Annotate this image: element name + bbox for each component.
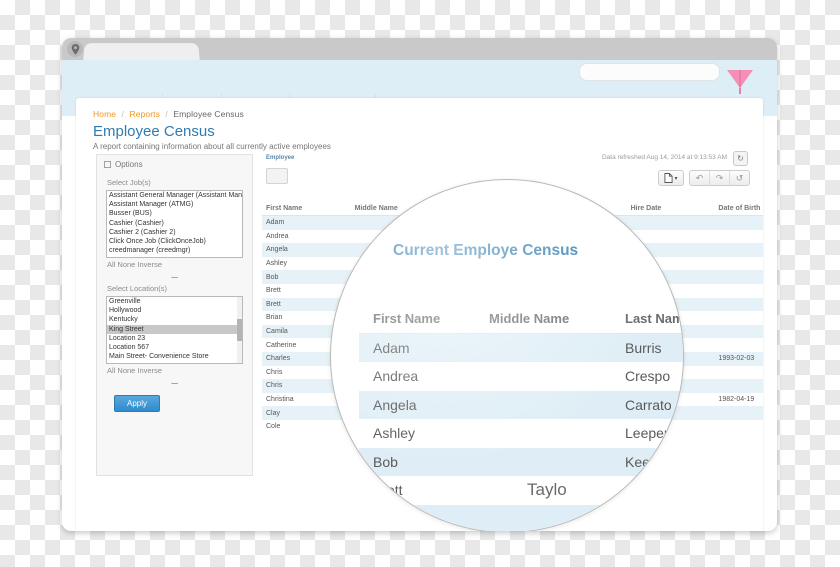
magnified-table-row[interactable]: Bob Keeney <box>359 447 683 476</box>
magnified-table-row[interactable]: Brian Philips <box>359 504 683 531</box>
magnifier-lens: Current Employe Census First Name Middle … <box>330 179 684 531</box>
page-panel: Home / Reports / Employee Census Employe… <box>76 98 763 531</box>
magnified-partial-lastname: Taylo <box>527 480 567 499</box>
magnifier-content: Current Employe Census First Name Middle … <box>331 180 683 531</box>
options-panel: Options Select Job(s) Assistant General … <box>96 154 253 476</box>
magnified-cell-first: Brian <box>373 510 406 527</box>
forward-arrow-icon[interactable]: ↷ <box>709 171 729 185</box>
table-cell-dob <box>714 284 763 298</box>
table-cell-dob <box>714 243 763 257</box>
table-cell-dob: 1993-02-03 <box>718 355 755 363</box>
magnified-cell-first: Brett <box>373 482 403 499</box>
table-cell-dob <box>714 379 763 393</box>
table-cell-dob <box>714 311 763 325</box>
job-option[interactable]: creedmanager (creedmgr) <box>107 246 242 255</box>
magnified-cell-last: Burris <box>625 339 662 356</box>
options-header-label: Options <box>115 160 143 169</box>
job-option[interactable]: Assistant Manager (ATMG) <box>107 200 242 209</box>
magnified-cell-last: Link <box>625 482 651 499</box>
job-option[interactable]: Cashier 2 (Cashier 2) <box>107 228 242 237</box>
magnified-cell-last: Leeper <box>625 425 669 442</box>
job-option[interactable]: Busser (BUS) <box>107 209 242 218</box>
locations-scrollbar[interactable] <box>237 297 242 363</box>
magnified-column-header: First Name <box>373 310 441 326</box>
options-header[interactable]: Options <box>97 155 252 174</box>
select-locations-label: Select Location(s) <box>107 284 168 293</box>
location-option[interactable]: Hollywood <box>107 306 242 315</box>
column-header[interactable]: Date of Birth <box>714 202 763 216</box>
page-title: Employee Census <box>93 123 215 140</box>
app-header <box>62 60 777 103</box>
magnified-header-row: First Name Middle Name Last Name <box>359 304 684 334</box>
magnified-column-header: Last Name <box>625 310 684 326</box>
magnified-cell-first: Bob <box>373 453 398 470</box>
browser-tab[interactable] <box>83 43 200 61</box>
table-cell-dob <box>714 230 763 244</box>
table-cell-dob <box>714 325 763 339</box>
jobs-listbox[interactable]: Assistant General Manager (Assistant Man… <box>106 190 243 258</box>
magnified-cell-first: Angela <box>373 396 417 413</box>
magnified-cell-last: Crespo <box>625 368 671 385</box>
search-input[interactable] <box>579 63 720 81</box>
magnified-table: First Name Middle Name Last Name Adam Burris… <box>359 304 684 531</box>
collapse-icon <box>104 161 111 168</box>
table-cell-dob: 1982-04-19 <box>718 396 755 404</box>
magnified-table-row[interactable]: Ashley Leeper <box>359 419 683 448</box>
locations-divider: ⚊ <box>170 376 179 386</box>
magnified-cell-first: Andrea <box>373 368 419 385</box>
breadcrumb-separator-2: / <box>165 109 168 119</box>
magnified-column-header: Middle Name <box>489 310 570 326</box>
location-option[interactable]: Kentucky <box>107 315 242 324</box>
employee-filter-button[interactable] <box>266 168 288 184</box>
job-option[interactable]: Assistant General Manager (Assistant Man… <box>107 191 242 200</box>
select-jobs-label: Select Job(s) <box>107 178 151 187</box>
job-option[interactable]: Click Once Job (ClickOnceJob) <box>107 237 242 246</box>
apply-button[interactable]: Apply <box>114 395 160 412</box>
breadcrumb-separator-1: / <box>121 109 125 119</box>
magnified-cell-last: Philips <box>625 510 667 527</box>
table-cell-dob <box>714 366 763 380</box>
page-subtitle: A report containing information about al… <box>93 142 331 151</box>
table-cell-dob <box>714 338 763 352</box>
table-cell-dob <box>714 257 763 271</box>
location-option[interactable]: Location 567 <box>107 343 242 352</box>
back-arrow-icon[interactable]: ↶ <box>690 171 709 185</box>
browser-window: Home Hire Learn Schedule RTO - App <box>62 38 777 531</box>
location-option[interactable]: Location 23 <box>107 334 242 343</box>
refresh-timestamp: Data refreshed Aug 14, 2014 at 9:13:53 A… <box>601 154 727 161</box>
magnified-cell-first: Ashley <box>373 425 416 442</box>
job-option[interactable]: Cashier (Cashier) <box>107 219 242 228</box>
locations-all-none-inverse[interactable]: All None Inverse <box>97 364 252 375</box>
table-cell-dob <box>714 216 763 230</box>
location-option[interactable]: King Street <box>107 324 242 334</box>
magnified-cell-last: Carrato <box>625 396 672 413</box>
jobs-all-none-inverse[interactable]: All None Inverse <box>97 258 252 269</box>
magnified-table-row[interactable]: Andrea Crespo <box>359 362 683 391</box>
browser-chrome-bar <box>62 38 777 61</box>
table-cell-dob <box>714 298 763 312</box>
location-option[interactable]: Greenville <box>107 297 242 306</box>
location-pin-icon[interactable] <box>67 41 83 57</box>
magnified-table-row[interactable]: Adam Burris <box>359 333 683 362</box>
magnified-table-row[interactable]: Angela Carrato <box>359 390 683 419</box>
refresh-icon[interactable]: ↻ <box>733 151 748 166</box>
breadcrumb-reports[interactable]: Reports <box>129 109 159 119</box>
navigation-button-group: ↶ ↷ ↺ <box>689 170 750 186</box>
reset-icon[interactable]: ↺ <box>729 171 749 185</box>
breadcrumb-current: Employee Census <box>173 109 244 119</box>
employee-section-label: Employee <box>266 155 295 161</box>
magnified-table-row[interactable]: Brett Link <box>359 476 683 505</box>
breadcrumb: Home / Reports / Employee Census <box>93 109 244 119</box>
breadcrumb-home[interactable]: Home <box>93 109 116 119</box>
table-cell-dob <box>714 420 763 434</box>
locations-listbox[interactable]: Greenville Hollywood Kentucky King Street Lo… <box>106 296 243 364</box>
magnified-report-title: Current Employe Census <box>393 242 579 259</box>
jobs-divider: ⚊ <box>170 270 179 280</box>
location-option[interactable]: Main Street- Convenience Store <box>107 352 242 361</box>
magnified-cell-last: Keeney <box>625 453 673 470</box>
table-cell-dob <box>714 406 763 420</box>
table-cell-dob <box>714 270 763 284</box>
magnified-cell-first: Adam <box>373 339 410 356</box>
